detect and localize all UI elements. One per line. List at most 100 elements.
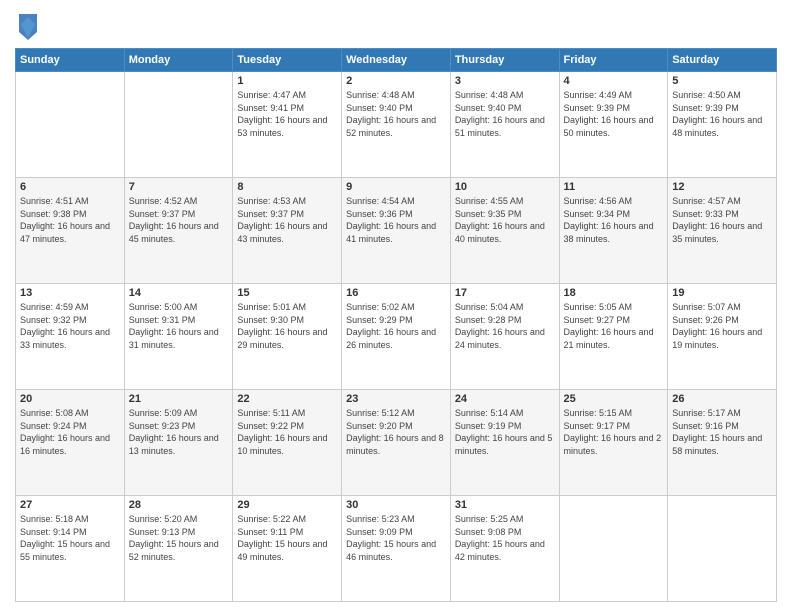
day-number: 17 [455, 287, 555, 299]
calendar-cell: 12 Sunrise: 4:57 AMSunset: 9:33 PMDayligh… [668, 178, 777, 284]
cell-line: Sunset: 9:28 PM [455, 314, 555, 327]
cell-line: Sunrise: 5:08 AM [20, 407, 120, 420]
cell-line: Sunrise: 5:14 AM [455, 407, 555, 420]
day-header-monday: Monday [124, 49, 233, 72]
cell-line: Sunrise: 4:57 AM [672, 195, 772, 208]
cell-line: Daylight: 16 hours and 38 minutes. [564, 220, 664, 245]
cell-line: Daylight: 16 hours and 5 minutes. [455, 432, 555, 457]
cell-line: Daylight: 16 hours and 2 minutes. [564, 432, 664, 457]
cell-line: Daylight: 16 hours and 13 minutes. [129, 432, 229, 457]
calendar-cell: 13Sunrise: 4:59 AMSunset: 9:32 PMDayligh… [16, 284, 125, 390]
cell-line: Daylight: 15 hours and 49 minutes. [237, 538, 337, 563]
day-header-tuesday: Tuesday [233, 49, 342, 72]
cell-line: Sunset: 9:39 PM [564, 102, 664, 115]
calendar-cell: 18Sunrise: 5:05 AMSunset: 9:27 PMDayligh… [559, 284, 668, 390]
cell-line: Daylight: 16 hours and 51 minutes. [455, 114, 555, 139]
cell-line: Sunrise: 4:52 AM [129, 195, 229, 208]
calendar-cell: 2Sunrise: 4:48 AMSunset: 9:40 PMDaylight… [342, 72, 451, 178]
cell-line: Sunrise: 5:25 AM [455, 513, 555, 526]
cell-line: Daylight: 16 hours and 35 minutes. [672, 220, 772, 245]
cell-line: Sunrise: 5:00 AM [129, 301, 229, 314]
cell-line: Sunset: 9:09 PM [346, 526, 446, 539]
cell-line: Sunset: 9:26 PM [672, 314, 772, 327]
calendar-week-4: 20Sunrise: 5:08 AMSunset: 9:24 PMDayligh… [16, 390, 777, 496]
cell-line: Sunrise: 4:53 AM [237, 195, 337, 208]
calendar-cell: 15Sunrise: 5:01 AMSunset: 9:30 PMDayligh… [233, 284, 342, 390]
calendar-cell: 4Sunrise: 4:49 AMSunset: 9:39 PMDaylight… [559, 72, 668, 178]
cell-line: Sunrise: 5:09 AM [129, 407, 229, 420]
calendar-cell: 9Sunrise: 4:54 AMSunset: 9:36 PMDaylight… [342, 178, 451, 284]
page: SundayMondayTuesdayWednesdayThursdayFrid… [0, 0, 792, 612]
cell-line: Sunrise: 5:18 AM [20, 513, 120, 526]
day-number: 29 [237, 499, 337, 511]
cell-line: Daylight: 16 hours and 29 minutes. [237, 326, 337, 351]
calendar-cell: 3Sunrise: 4:48 AMSunset: 9:40 PMDaylight… [450, 72, 559, 178]
calendar-cell [16, 72, 125, 178]
calendar-cell: 17Sunrise: 5:04 AMSunset: 9:28 PMDayligh… [450, 284, 559, 390]
day-number: 24 [455, 393, 555, 405]
calendar-cell: 14 Sunrise: 5:00 AMSunset: 9:31 PMDayligh… [124, 284, 233, 390]
cell-line: Sunset: 9:11 PM [237, 526, 337, 539]
cell-line: Sunrise: 4:55 AM [455, 195, 555, 208]
cell-line: Daylight: 16 hours and 50 minutes. [564, 114, 664, 139]
calendar-cell: 8Sunrise: 4:53 AMSunset: 9:37 PMDaylight… [233, 178, 342, 284]
day-header-wednesday: Wednesday [342, 49, 451, 72]
cell-line: Sunset: 9:33 PM [672, 208, 772, 221]
calendar-week-1: 1Sunrise: 4:47 AMSunset: 9:41 PMDaylight… [16, 72, 777, 178]
calendar-cell: 19Sunrise: 5:07 AMSunset: 9:26 PMDayligh… [668, 284, 777, 390]
calendar-table: SundayMondayTuesdayWednesdayThursdayFrid… [15, 48, 777, 602]
cell-line: Daylight: 15 hours and 55 minutes. [20, 538, 120, 563]
calendar-week-5: 27Sunrise: 5:18 AMSunset: 9:14 PMDayligh… [16, 496, 777, 602]
day-number: 27 [20, 499, 120, 511]
cell-line: Daylight: 16 hours and 52 minutes. [346, 114, 446, 139]
day-number: 28 [129, 499, 229, 511]
calendar-header: SundayMondayTuesdayWednesdayThursdayFrid… [16, 49, 777, 72]
calendar-cell: 29Sunrise: 5:22 AMSunset: 9:11 PMDayligh… [233, 496, 342, 602]
cell-line: Sunset: 9:17 PM [564, 420, 664, 433]
cell-line: Sunset: 9:37 PM [237, 208, 337, 221]
cell-line: Sunrise: 5:15 AM [564, 407, 664, 420]
cell-line: Daylight: 16 hours and 8 minutes. [346, 432, 446, 457]
calendar-cell: 20Sunrise: 5:08 AMSunset: 9:24 PMDayligh… [16, 390, 125, 496]
cell-line: Daylight: 15 hours and 46 minutes. [346, 538, 446, 563]
cell-line: Daylight: 15 hours and 52 minutes. [129, 538, 229, 563]
day-number: 20 [20, 393, 120, 405]
calendar-body: 1Sunrise: 4:47 AMSunset: 9:41 PMDaylight… [16, 72, 777, 602]
cell-line: Sunrise: 5:01 AM [237, 301, 337, 314]
calendar-cell: 26Sunrise: 5:17 AMSunset: 9:16 PMDayligh… [668, 390, 777, 496]
day-number: 14 [129, 287, 229, 299]
cell-line: Sunrise: 5:20 AM [129, 513, 229, 526]
cell-line: Daylight: 16 hours and 41 minutes. [346, 220, 446, 245]
cell-line: Sunrise: 5:12 AM [346, 407, 446, 420]
day-number: 9 [346, 181, 446, 193]
day-number: 16 [346, 287, 446, 299]
cell-line: Sunrise: 4:47 AM [237, 89, 337, 102]
day-header-sunday: Sunday [16, 49, 125, 72]
calendar-cell: 16Sunrise: 5:02 AMSunset: 9:29 PMDayligh… [342, 284, 451, 390]
cell-line: Daylight: 16 hours and 47 minutes. [20, 220, 120, 245]
cell-line: Sunset: 9:31 PM [129, 314, 229, 327]
cell-line: Sunrise: 4:51 AM [20, 195, 120, 208]
cell-line: Daylight: 16 hours and 31 minutes. [129, 326, 229, 351]
day-number: 12 [672, 181, 772, 193]
cell-line: Sunset: 9:13 PM [129, 526, 229, 539]
cell-line: Sunset: 9:32 PM [20, 314, 120, 327]
cell-line: Sunrise: 5:05 AM [564, 301, 664, 314]
cell-line: Sunset: 9:19 PM [455, 420, 555, 433]
day-header-friday: Friday [559, 49, 668, 72]
cell-line: Daylight: 16 hours and 48 minutes. [672, 114, 772, 139]
cell-line: Sunset: 9:27 PM [564, 314, 664, 327]
cell-line: Sunset: 9:23 PM [129, 420, 229, 433]
cell-line: Sunrise: 4:54 AM [346, 195, 446, 208]
day-number: 18 [564, 287, 664, 299]
cell-line: Sunset: 9:08 PM [455, 526, 555, 539]
cell-line: Sunset: 9:39 PM [672, 102, 772, 115]
cell-line: Sunset: 9:40 PM [346, 102, 446, 115]
cell-line: Sunset: 9:22 PM [237, 420, 337, 433]
calendar-cell: 31Sunrise: 5:25 AMSunset: 9:08 PMDayligh… [450, 496, 559, 602]
day-headers-row: SundayMondayTuesdayWednesdayThursdayFrid… [16, 49, 777, 72]
day-number: 10 [455, 181, 555, 193]
cell-line: Sunset: 9:38 PM [20, 208, 120, 221]
calendar-cell: 25Sunrise: 5:15 AMSunset: 9:17 PMDayligh… [559, 390, 668, 496]
day-number: 13 [20, 287, 120, 299]
